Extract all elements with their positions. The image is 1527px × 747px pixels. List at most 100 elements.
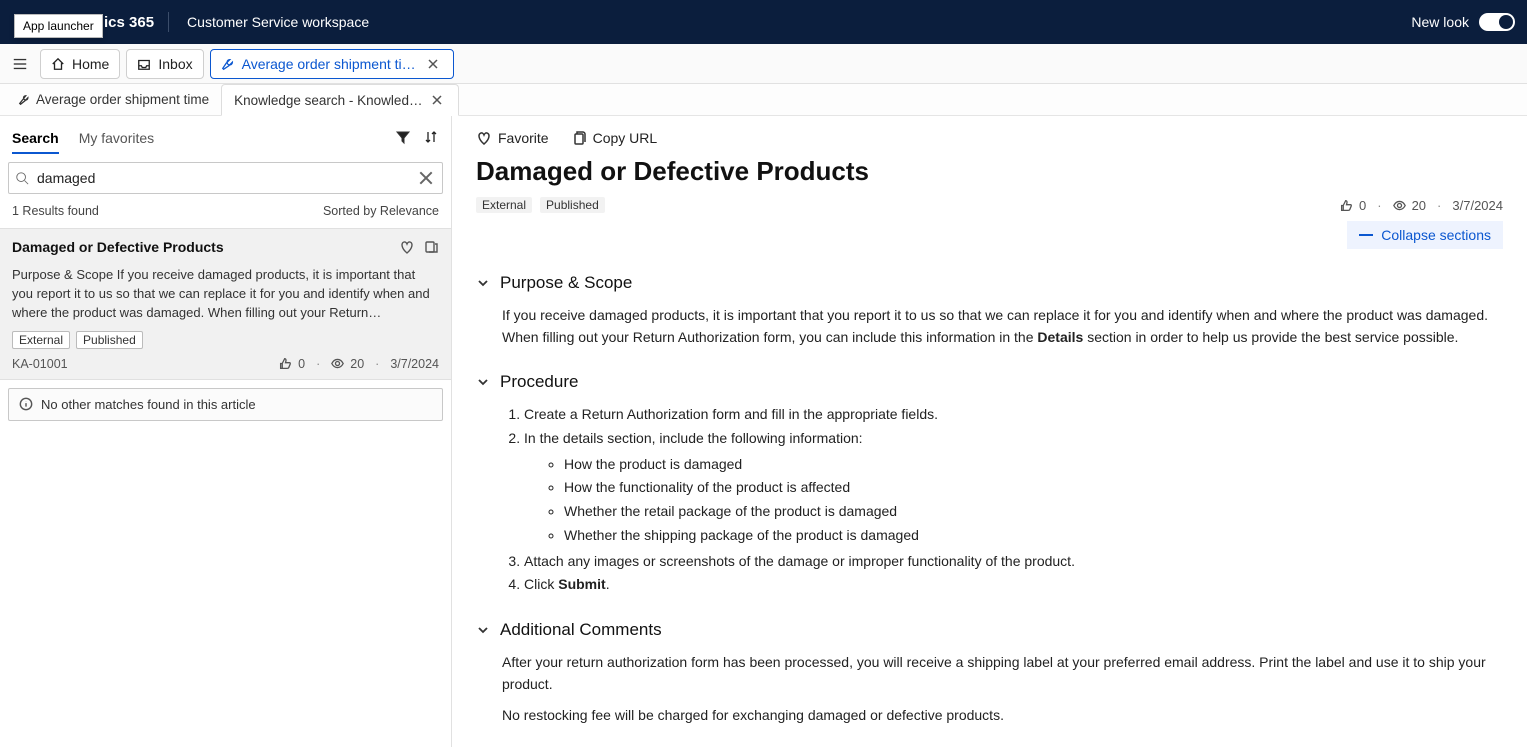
result-badges: External Published: [12, 331, 439, 349]
subtab-case-label: Average order shipment time: [36, 92, 209, 107]
pop-out-result-button[interactable]: [423, 239, 439, 260]
search-input-wrapper: [8, 162, 443, 194]
chevron-down-icon: [476, 623, 490, 637]
thumbs-up-icon: [279, 357, 292, 370]
sort-icon: [423, 129, 439, 145]
app-tabs-bar: Home Inbox Average order shipment ti…: [0, 44, 1527, 84]
section-header-comments[interactable]: Additional Comments: [476, 620, 1503, 640]
result-title: Damaged or Defective Products: [12, 239, 224, 255]
search-input[interactable]: [37, 170, 412, 186]
sidebar-header: Search My favorites: [0, 116, 451, 154]
procedure-step: In the details section, include the foll…: [524, 428, 1503, 546]
procedure-substep: Whether the retail package of the produc…: [564, 501, 1503, 523]
heart-icon: [476, 130, 492, 146]
sidebar-toolbar: [395, 129, 439, 150]
workspace-title: Customer Service workspace: [187, 14, 369, 30]
inbox-icon: [137, 57, 151, 71]
section-comments: Additional Comments After your return au…: [476, 620, 1503, 727]
tab-home-label: Home: [72, 56, 109, 72]
procedure-substep: How the functionality of the product is …: [564, 477, 1503, 499]
sub-tabs-bar: Average order shipment time Knowledge se…: [0, 84, 1527, 116]
article-header-row: External Published 0 20 3/7/2024: [476, 197, 1503, 213]
article-title: Damaged or Defective Products: [476, 156, 1503, 187]
eye-icon: [1393, 199, 1406, 212]
tab-active-case[interactable]: Average order shipment ti…: [210, 49, 454, 79]
sidebar-tabs: Search My favorites: [12, 124, 154, 154]
filter-button[interactable]: [395, 129, 411, 150]
toggle-switch-icon: [1479, 13, 1515, 31]
results-summary: 1 Results found Sorted by Relevance: [0, 194, 451, 228]
procedure-step: Create a Return Authorization form and f…: [524, 404, 1503, 426]
result-views: 20: [350, 357, 364, 371]
subtab-knowledge-label: Knowledge search - Knowled…: [234, 93, 422, 108]
section-body-purpose: If you receive damaged products, it is i…: [502, 305, 1503, 348]
article-date: 3/7/2024: [1452, 198, 1503, 213]
result-meta: KA-01001 0 20 3/7/2024: [12, 357, 439, 371]
section-body-comments: After your return authorization form has…: [502, 652, 1503, 727]
badge-external: External: [476, 197, 532, 213]
app-launcher-tooltip: App launcher: [14, 14, 103, 38]
collapse-label: Collapse sections: [1381, 227, 1491, 243]
result-snippet: Purpose & Scope If you receive damaged p…: [12, 266, 439, 323]
section-header-purpose[interactable]: Purpose & Scope: [476, 273, 1503, 293]
new-look-label: New look: [1411, 14, 1469, 30]
close-icon: [416, 168, 436, 188]
tab-inbox-label: Inbox: [158, 56, 192, 72]
favorite-result-button[interactable]: [399, 239, 415, 260]
heart-icon: [399, 239, 415, 255]
collapse-sections-button[interactable]: Collapse sections: [1347, 221, 1503, 249]
result-actions: [399, 239, 439, 260]
knowledge-search-panel: Search My favorites 1 Results found Sort…: [0, 116, 452, 747]
section-body-procedure: Create a Return Authorization form and f…: [502, 404, 1503, 596]
top-navbar: App launcher ics 365 Customer Service wo…: [0, 0, 1527, 44]
new-look-toggle[interactable]: New look: [1411, 13, 1515, 31]
no-more-matches: No other matches found in this article: [8, 388, 443, 421]
badge-external: External: [12, 331, 70, 349]
close-icon: [431, 94, 443, 106]
sidebar-tab-search[interactable]: Search: [12, 124, 59, 154]
section-procedure: Procedure Create a Return Authorization …: [476, 372, 1503, 596]
article-views: 20: [1412, 198, 1426, 213]
section-title: Procedure: [500, 372, 578, 392]
procedure-substep: How the product is damaged: [564, 454, 1503, 476]
sidebar-tab-favorites[interactable]: My favorites: [79, 124, 154, 154]
section-header-procedure[interactable]: Procedure: [476, 372, 1503, 392]
badge-published: Published: [76, 331, 143, 349]
hamburger-button[interactable]: [6, 50, 34, 78]
procedure-substep: Whether the shipping package of the prod…: [564, 525, 1503, 547]
thumbs-up-icon: [1340, 199, 1353, 212]
copy-url-button[interactable]: Copy URL: [571, 130, 658, 146]
clear-search-button[interactable]: [416, 168, 436, 188]
article-badges: External Published: [476, 197, 605, 213]
minus-icon: [1359, 234, 1373, 236]
info-icon: [19, 397, 33, 411]
search-icon: [15, 171, 29, 185]
result-date: 3/7/2024: [390, 357, 439, 371]
tab-home[interactable]: Home: [40, 49, 120, 79]
copy-url-label: Copy URL: [593, 130, 658, 146]
chevron-down-icon: [476, 276, 490, 290]
section-purpose: Purpose & Scope If you receive damaged p…: [476, 273, 1503, 348]
section-title: Purpose & Scope: [500, 273, 632, 293]
favorite-label: Favorite: [498, 130, 549, 146]
article-pane: Favorite Copy URL Damaged or Defective P…: [452, 116, 1527, 747]
sort-button[interactable]: [423, 129, 439, 150]
tab-active-label: Average order shipment ti…: [242, 56, 416, 72]
subtab-knowledge[interactable]: Knowledge search - Knowled…: [221, 84, 459, 116]
sorted-by: Sorted by Relevance: [323, 204, 439, 218]
search-result[interactable]: Damaged or Defective Products Purpose & …: [0, 228, 451, 380]
close-icon: [426, 57, 440, 71]
subtab-case[interactable]: Average order shipment time: [6, 84, 221, 115]
subtab-close-button[interactable]: [428, 91, 446, 109]
article-likes: 0: [1359, 198, 1366, 213]
wrench-icon: [221, 57, 235, 71]
brand-title: ics 365: [104, 14, 154, 31]
favorite-button[interactable]: Favorite: [476, 130, 549, 146]
no-more-label: No other matches found in this article: [41, 397, 256, 412]
eye-icon: [331, 357, 344, 370]
tab-inbox[interactable]: Inbox: [126, 49, 203, 79]
tab-close-button[interactable]: [423, 54, 443, 74]
home-icon: [51, 57, 65, 71]
badge-published: Published: [540, 197, 605, 213]
article-toolbar: Favorite Copy URL: [476, 130, 1503, 146]
